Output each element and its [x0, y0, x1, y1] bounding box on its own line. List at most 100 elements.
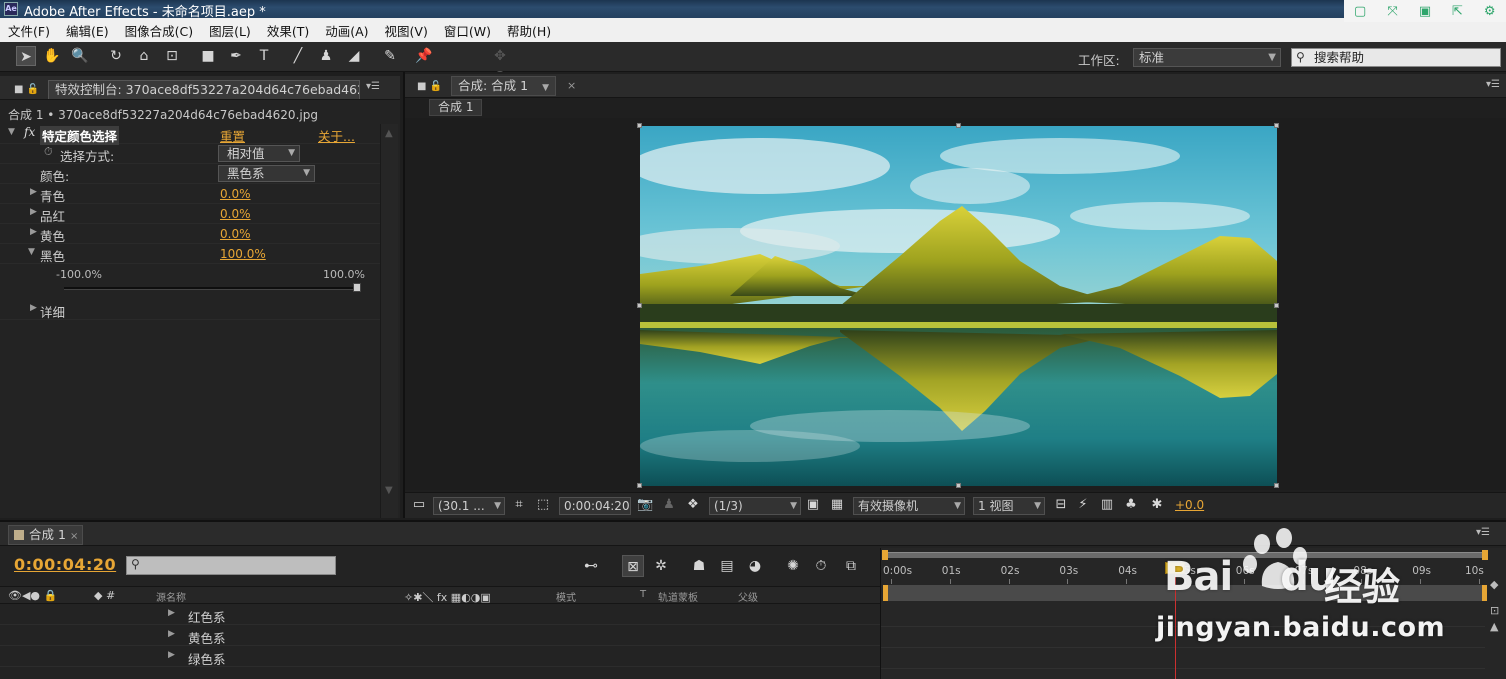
current-time-display[interactable]: 0:00:04:20: [14, 555, 116, 574]
tab-composition[interactable]: 合成: 合成 1 ▼: [451, 76, 557, 96]
collapse-triangle-icon[interactable]: ▼: [28, 247, 35, 257]
frame-blending-icon[interactable]: ▤: [716, 555, 738, 577]
brainstorm-icon[interactable]: ✺: [782, 555, 804, 577]
menu-edit[interactable]: 编辑(E): [58, 21, 117, 40]
column-track-matte[interactable]: 轨道蒙板: [658, 589, 698, 604]
settings-gear-icon[interactable]: ⚙: [1481, 4, 1499, 19]
zoom-marker-icon[interactable]: ◆: [1490, 578, 1498, 591]
puppet-pin-tool-icon[interactable]: 📌: [414, 46, 434, 66]
menu-file[interactable]: 文件(F): [0, 21, 58, 40]
resize-handle[interactable]: [1274, 483, 1279, 488]
expand-triangle-icon[interactable]: ▶: [168, 629, 175, 639]
zoom-slider-icon[interactable]: ▲: [1490, 620, 1498, 633]
expand-triangle-icon[interactable]: ▶: [30, 207, 37, 217]
slider-thumb[interactable]: [353, 283, 361, 292]
hide-shy-layers-icon[interactable]: ☗: [688, 555, 710, 577]
menu-layer[interactable]: 图层(L): [201, 21, 259, 40]
current-time-indicator-head[interactable]: [1165, 562, 1185, 574]
column-parent[interactable]: 父级: [738, 589, 758, 604]
comp-button-icon[interactable]: ⊡: [1490, 604, 1499, 617]
always-preview-icon[interactable]: ▭: [411, 497, 427, 515]
viewer-timecode[interactable]: 0:00:04:20: [559, 497, 631, 515]
view-layout-select[interactable]: 1 视图 ▼: [973, 497, 1045, 515]
brush-tool-icon[interactable]: ╱: [288, 46, 308, 66]
eraser-tool-icon[interactable]: ◢: [344, 46, 364, 66]
time-navigator-bar[interactable]: [887, 585, 1485, 601]
current-time-indicator-line[interactable]: [1175, 574, 1176, 679]
menu-view[interactable]: 视图(V): [377, 21, 436, 40]
fullscreen-icon[interactable]: ⤧: [1384, 4, 1402, 19]
menu-window[interactable]: 窗口(W): [436, 21, 499, 40]
column-source-name[interactable]: 源名称: [156, 589, 186, 604]
help-search-input[interactable]: ⚲ 搜索帮助: [1291, 48, 1501, 67]
list-item[interactable]: ▶ 红色系: [0, 604, 880, 625]
draft-3d-icon[interactable]: ✲: [650, 555, 672, 577]
work-area-bar[interactable]: [885, 552, 1485, 558]
pan-behind-tool-icon[interactable]: ⊡: [162, 46, 182, 66]
about-link[interactable]: 关于...: [318, 126, 355, 145]
expand-triangle-icon[interactable]: ▶: [168, 650, 175, 660]
pixel-aspect-icon[interactable]: ⊟: [1053, 497, 1069, 515]
zoom-tool-icon[interactable]: 🔍: [70, 46, 90, 66]
expand-triangle-icon[interactable]: ▶: [168, 608, 175, 618]
exposure-value[interactable]: +0.0: [1175, 498, 1204, 512]
flowchart-icon[interactable]: ♣: [1123, 497, 1139, 515]
work-area-start-handle[interactable]: [882, 550, 888, 560]
mask-visibility-icon[interactable]: ⬚: [535, 497, 551, 515]
scroll-down-icon[interactable]: ▼: [385, 485, 393, 496]
text-tool-icon[interactable]: T: [254, 46, 274, 66]
zoom-select[interactable]: (30.1 ... ▼: [433, 497, 505, 515]
panel-menu-icon[interactable]: ▾☰: [1486, 79, 1500, 90]
list-item[interactable]: ▶ 绿色系: [0, 646, 880, 667]
workspace-select[interactable]: 标准 ▼: [1133, 48, 1281, 67]
window-restore-icon[interactable]: ▢: [1351, 4, 1369, 19]
resize-handle[interactable]: [637, 303, 642, 308]
av-features-icon[interactable]: 👁◀● 🔒: [8, 589, 57, 602]
hand-tool-icon[interactable]: ✋: [42, 46, 62, 66]
expand-triangle-icon[interactable]: ▶: [30, 227, 37, 237]
fast-preview-icon[interactable]: ⚡: [1075, 497, 1091, 515]
graph-editor-icon[interactable]: ⧉: [840, 555, 862, 577]
menu-effect[interactable]: 效果(T): [259, 21, 317, 40]
share-icon[interactable]: ⇱: [1448, 4, 1466, 19]
panel-lock-icon[interactable]: ■ 🔓: [14, 84, 39, 95]
param-value[interactable]: 100.0%: [220, 247, 266, 261]
motion-blur-icon[interactable]: ◕: [744, 555, 766, 577]
navigator-start-handle[interactable]: [883, 585, 888, 601]
panel-menu-icon[interactable]: ▾☰: [366, 81, 380, 92]
param-value[interactable]: 0.0%: [220, 187, 251, 201]
panel-lock-icon[interactable]: ■ 🔓: [417, 81, 442, 92]
color-select[interactable]: 黑色系 ▼: [218, 165, 315, 182]
show-snapshot-icon[interactable]: ♟: [661, 497, 677, 515]
list-item[interactable]: ▶ 黄色系: [0, 625, 880, 646]
auto-keyframe-icon[interactable]: ⏱: [810, 555, 832, 577]
color-channels-icon[interactable]: ❖: [685, 497, 701, 515]
resize-handle[interactable]: [637, 123, 642, 128]
composition-canvas[interactable]: [405, 118, 1506, 490]
resize-handle[interactable]: [1274, 303, 1279, 308]
pen-tool-icon[interactable]: ✒: [226, 46, 246, 66]
layer-track[interactable]: [881, 648, 1485, 669]
expand-triangle-icon[interactable]: ▶: [30, 187, 37, 197]
effect-name[interactable]: 特定颜色选择: [40, 126, 120, 145]
effect-controls-scrollbar[interactable]: ▲ ▼: [380, 124, 398, 518]
expand-triangle-icon[interactable]: ▶: [30, 303, 37, 313]
region-of-interest-icon[interactable]: ▣: [805, 497, 821, 515]
column-t[interactable]: T: [640, 589, 646, 600]
resize-handle[interactable]: [956, 483, 961, 488]
layer-track[interactable]: [881, 606, 1485, 627]
composition-breadcrumb[interactable]: 合成 1: [429, 99, 483, 116]
close-icon[interactable]: ×: [567, 79, 576, 92]
tab-timeline-comp[interactable]: 合成 1 ×: [8, 525, 84, 545]
close-icon[interactable]: ×: [70, 531, 78, 542]
rotation-tool-icon[interactable]: ↻: [106, 46, 126, 66]
scroll-up-icon[interactable]: ▲: [385, 128, 393, 139]
resize-handle[interactable]: [956, 123, 961, 128]
label-tag-icon[interactable]: ◆ #: [94, 589, 115, 602]
resize-handle[interactable]: [637, 483, 642, 488]
tab-effect-controls[interactable]: 特效控制台: 370ace8df53227a204d64c76ebad4620.…: [48, 80, 360, 99]
snapshot-camera-icon[interactable]: 📷: [637, 497, 653, 515]
menu-help[interactable]: 帮助(H): [499, 21, 559, 40]
resolution-select[interactable]: (1/3) ▼: [709, 497, 801, 515]
selection-tool-icon[interactable]: ➤: [16, 46, 36, 66]
